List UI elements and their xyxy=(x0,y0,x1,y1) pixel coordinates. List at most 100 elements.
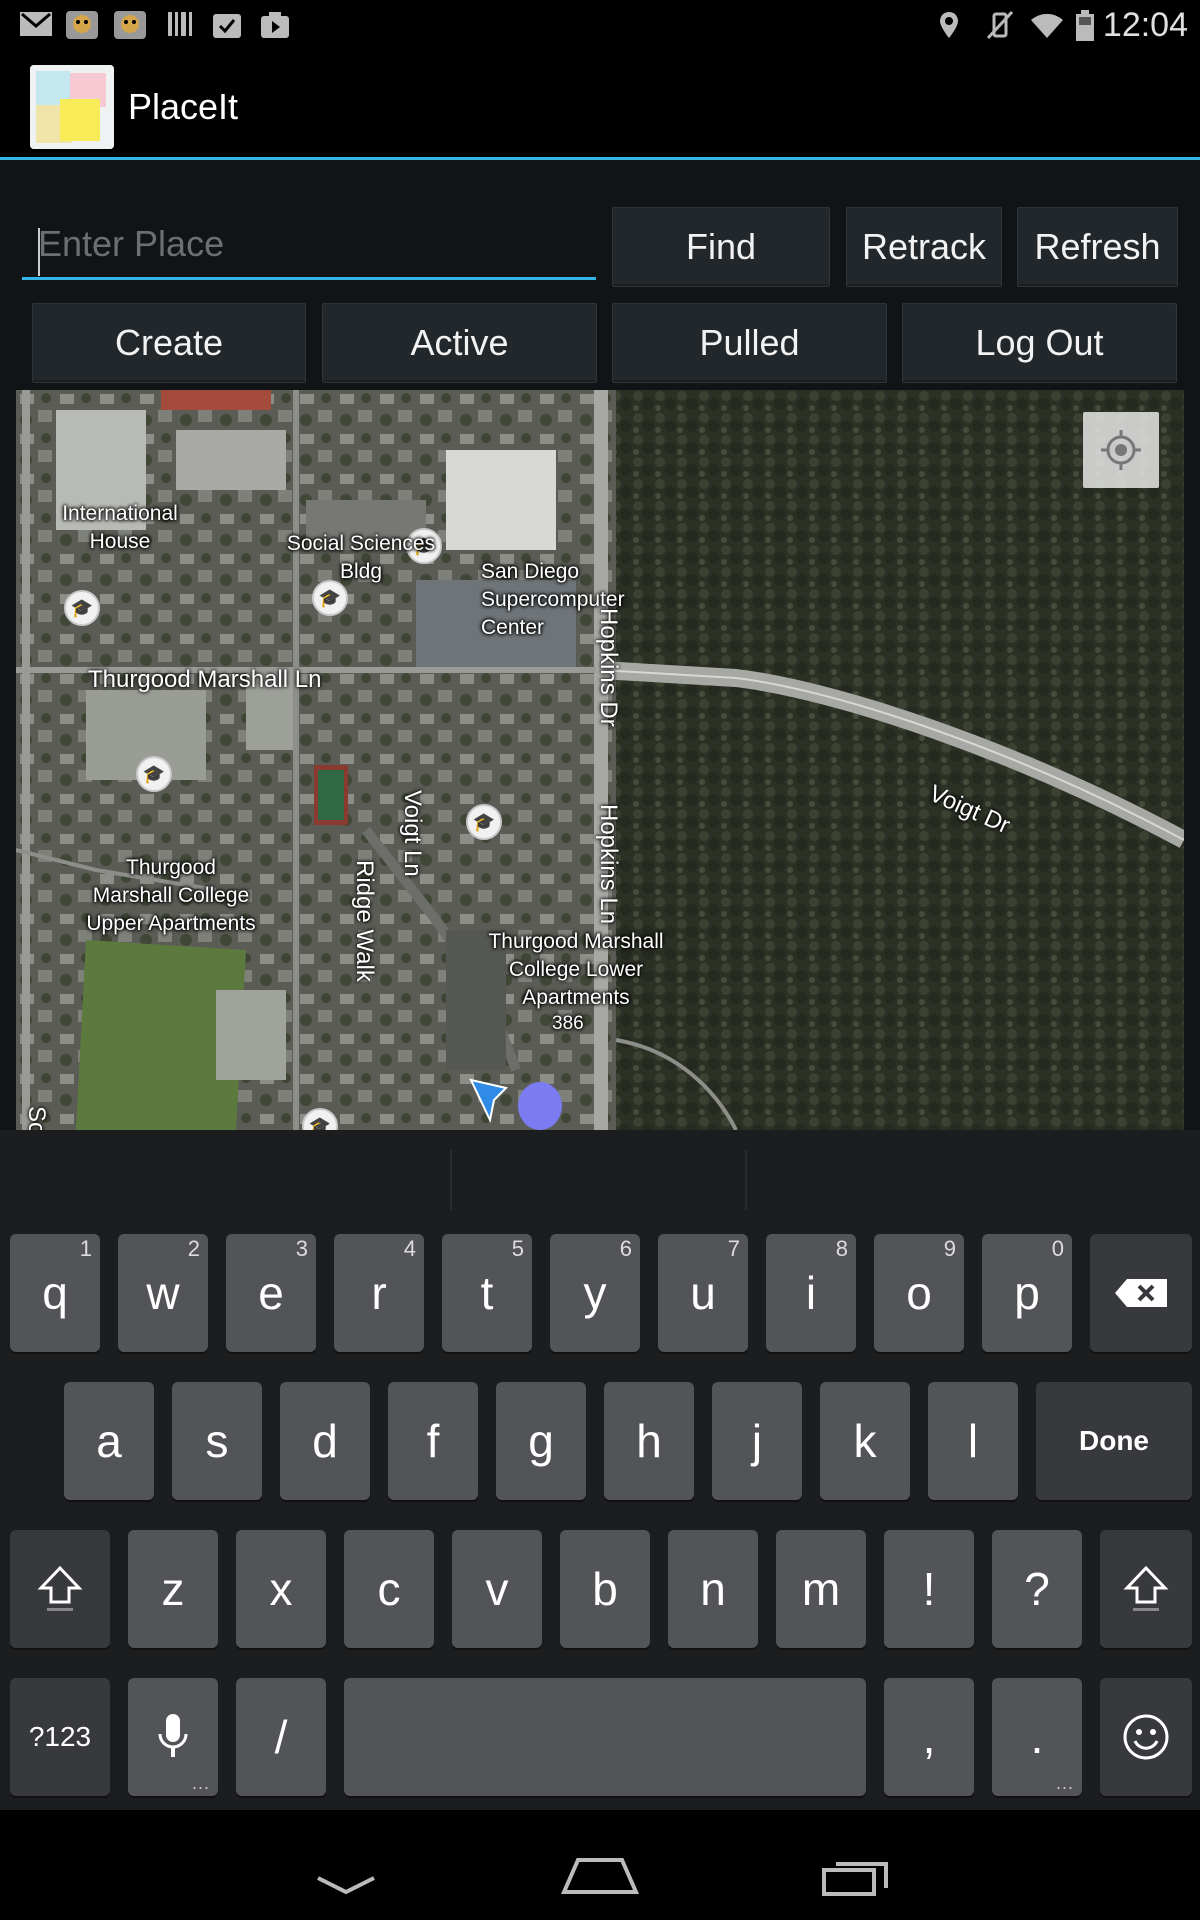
logout-button[interactable]: Log Out xyxy=(902,303,1177,383)
satellite-map[interactable]: 🎓 🎓 🎓 🎓 🎓 🎓 International House Social S… xyxy=(16,390,1184,1130)
key-question[interactable]: ? xyxy=(992,1530,1082,1648)
key-k[interactable]: k xyxy=(820,1382,910,1500)
key-label: ! xyxy=(922,1563,936,1615)
key-q[interactable]: q1 xyxy=(10,1234,100,1352)
home-icon[interactable] xyxy=(560,1856,640,1896)
voice-input-key[interactable]: ... xyxy=(128,1678,218,1796)
key-b[interactable]: b xyxy=(560,1530,650,1648)
shift-key-left[interactable] xyxy=(10,1530,110,1648)
shift-icon xyxy=(37,1565,83,1611)
key-u[interactable]: u7 xyxy=(658,1234,748,1352)
barcode-icon xyxy=(164,10,196,40)
refresh-button[interactable]: Refresh xyxy=(1017,207,1178,287)
battery-icon xyxy=(1074,10,1096,41)
key-y[interactable]: y6 xyxy=(550,1234,640,1352)
key-label: f xyxy=(426,1415,440,1467)
pulled-button[interactable]: Pulled xyxy=(612,303,887,383)
crosshair-icon xyxy=(1101,430,1141,470)
key-label: ? xyxy=(1024,1563,1050,1615)
key-hint: 2 xyxy=(187,1236,200,1261)
find-button[interactable]: Find xyxy=(612,207,830,287)
map-label-lower-apartments: Thurgood Marshall College Lower Apartmen… xyxy=(488,930,664,1009)
my-location-button[interactable] xyxy=(1083,412,1159,488)
key-t[interactable]: t5 xyxy=(442,1234,532,1352)
map-label-route-number: 386 xyxy=(552,1013,584,1034)
suggestion-divider xyxy=(450,1150,452,1210)
key-label: o xyxy=(906,1267,932,1319)
clipboard-icon xyxy=(210,10,244,40)
key-label: m xyxy=(801,1563,841,1615)
shift-key-right[interactable] xyxy=(1100,1530,1192,1648)
key-j[interactable]: j xyxy=(712,1382,802,1500)
key-p[interactable]: p0 xyxy=(982,1234,1072,1352)
back-icon[interactable] xyxy=(316,1874,376,1898)
key-x[interactable]: x xyxy=(236,1530,326,1648)
key-n[interactable]: n xyxy=(668,1530,758,1648)
comma-key[interactable]: , xyxy=(884,1678,974,1796)
microphone-icon xyxy=(158,1714,188,1757)
retrack-button[interactable]: Retrack xyxy=(846,207,1002,287)
symbols-key[interactable]: ?123 xyxy=(10,1678,110,1796)
text-cursor xyxy=(38,228,40,276)
key-f[interactable]: f xyxy=(388,1382,478,1500)
location-icon xyxy=(934,10,964,40)
road-label-edge: So xyxy=(23,1106,50,1130)
road-label-voigt-ln: Voigt Ln xyxy=(399,790,426,877)
key-i[interactable]: i8 xyxy=(766,1234,856,1352)
key-label: d xyxy=(312,1415,338,1467)
key-label: h xyxy=(636,1415,662,1467)
key-w[interactable]: w2 xyxy=(118,1234,208,1352)
period-key[interactable]: . ... xyxy=(992,1678,1082,1796)
key-o[interactable]: o9 xyxy=(874,1234,964,1352)
key-label: q xyxy=(42,1267,68,1319)
spacebar-key[interactable] xyxy=(344,1678,866,1796)
key-l[interactable]: l xyxy=(928,1382,1018,1500)
key-g[interactable]: g xyxy=(496,1382,586,1500)
create-button[interactable]: Create xyxy=(32,303,306,383)
poi-education-icon[interactable]: 🎓 xyxy=(466,804,502,840)
key-label: s xyxy=(205,1415,229,1467)
recent-apps-icon[interactable] xyxy=(822,1858,892,1896)
key-label: l xyxy=(967,1415,979,1467)
key-h[interactable]: h xyxy=(604,1382,694,1500)
key-label: r xyxy=(371,1267,387,1319)
key-label: v xyxy=(485,1563,509,1615)
key-s[interactable]: s xyxy=(172,1382,262,1500)
backspace-icon xyxy=(1115,1279,1167,1307)
key-hint: 3 xyxy=(295,1236,308,1261)
slash-key[interactable]: / xyxy=(236,1678,326,1796)
key-e[interactable]: e3 xyxy=(226,1234,316,1352)
key-exclamation[interactable]: ! xyxy=(884,1530,974,1648)
app-icon xyxy=(112,10,148,40)
road-label-hopkins-dr: Hopkins Dr xyxy=(595,608,622,727)
road-label-ridge-walk: Ridge Walk xyxy=(351,860,378,982)
key-label: k xyxy=(853,1415,877,1467)
key-r[interactable]: r4 xyxy=(334,1234,424,1352)
key-a[interactable]: a xyxy=(64,1382,154,1500)
road-label-thurgood-marshall-ln: Thurgood Marshall Ln xyxy=(88,666,322,693)
place-search-input[interactable] xyxy=(22,210,596,280)
vibrate-off-icon xyxy=(982,10,1016,40)
key-label: j xyxy=(751,1415,763,1467)
key-label: i xyxy=(805,1267,817,1319)
key-d[interactable]: d xyxy=(280,1382,370,1500)
app-logo-icon[interactable] xyxy=(30,65,114,149)
backspace-key[interactable] xyxy=(1090,1234,1192,1352)
key-m[interactable]: m xyxy=(776,1530,866,1648)
suggestion-strip[interactable] xyxy=(0,1130,1200,1230)
active-button[interactable]: Active xyxy=(322,303,597,383)
more-options-dots: ... xyxy=(1055,1773,1074,1793)
key-label: u xyxy=(690,1267,716,1319)
play-store-icon xyxy=(258,10,292,40)
emoji-key[interactable] xyxy=(1100,1678,1192,1796)
map-label-sdsc: San Diego Supercomputer Center xyxy=(481,560,625,639)
key-v[interactable]: v xyxy=(452,1530,542,1648)
suggestion-divider xyxy=(745,1150,747,1210)
key-z[interactable]: z xyxy=(128,1530,218,1648)
key-label: w xyxy=(146,1267,180,1319)
key-c[interactable]: c xyxy=(344,1530,434,1648)
done-key[interactable]: Done xyxy=(1036,1382,1192,1500)
poi-education-icon[interactable]: 🎓 xyxy=(136,756,172,792)
poi-education-icon[interactable]: 🎓 xyxy=(64,590,100,626)
action-bar: PlaceIt xyxy=(0,50,1200,158)
